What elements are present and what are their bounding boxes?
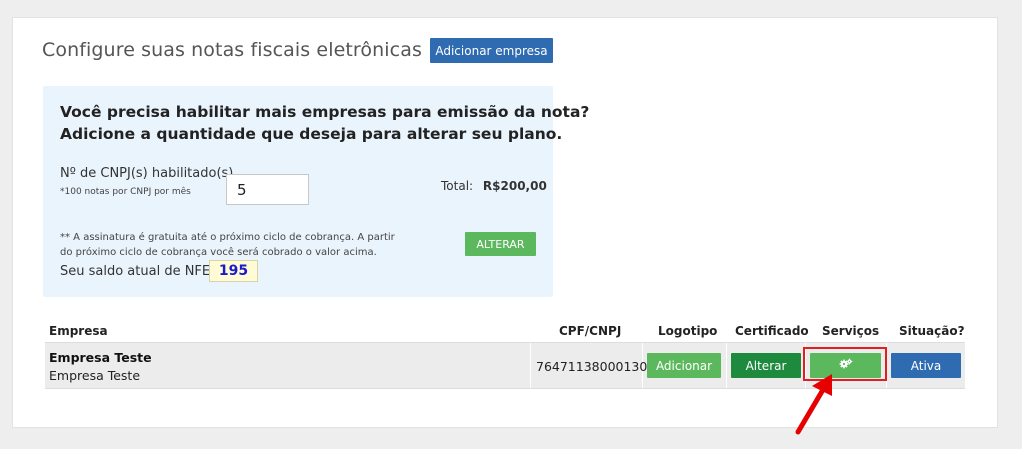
header-status: Situação? xyxy=(899,324,965,338)
add-logo-button[interactable]: Adicionar xyxy=(647,353,721,378)
balance-value: 195 xyxy=(209,260,258,282)
column-divider xyxy=(530,343,531,388)
pointer-arrow-icon xyxy=(795,374,832,435)
plan-heading-line2: Adicione a quantidade que deseja para al… xyxy=(60,125,563,143)
billing-note-line2: do próximo ciclo de cobrança você será c… xyxy=(60,247,377,258)
balance-label: Seu saldo atual de NFE é xyxy=(60,264,223,279)
plan-heading: Você precisa habilitar mais empresas par… xyxy=(60,101,589,145)
company-subtitle: Empresa Teste xyxy=(49,368,141,383)
billing-note-line1: ** A assinatura é gratuita até o próximo… xyxy=(60,232,395,243)
cnpj-count-note: *100 notas por CNPJ por mês xyxy=(60,187,191,197)
page-title: Configure suas notas fiscais eletrônicas xyxy=(42,39,422,61)
header-logo: Logotipo xyxy=(658,324,718,338)
cnpj-count-input[interactable] xyxy=(226,174,309,205)
company-name: Empresa Teste xyxy=(49,350,152,365)
plan-heading-line1: Você precisa habilitar mais empresas par… xyxy=(60,103,590,121)
status-button[interactable]: Ativa xyxy=(891,353,961,378)
column-divider xyxy=(726,343,727,388)
header-certificate: Certificado xyxy=(735,324,809,338)
header-cnpj: CPF/CNPJ xyxy=(559,324,622,338)
billing-note: ** A assinatura é gratuita até o próximo… xyxy=(60,230,400,260)
alter-plan-button[interactable]: ALTERAR xyxy=(465,232,536,256)
plan-total: Total: R$200,00 xyxy=(441,179,547,193)
add-company-button[interactable]: Adicionar empresa xyxy=(430,38,553,63)
plan-total-label: Total: xyxy=(441,179,474,193)
plan-total-value: R$200,00 xyxy=(482,179,547,193)
company-cnpj: 76471138000130 xyxy=(536,359,648,374)
gears-icon xyxy=(839,358,853,374)
cnpj-count-label: Nº de CNPJ(s) habilitado(s) xyxy=(60,166,234,181)
header-company: Empresa xyxy=(49,324,108,338)
header-services: Serviços xyxy=(822,324,880,338)
